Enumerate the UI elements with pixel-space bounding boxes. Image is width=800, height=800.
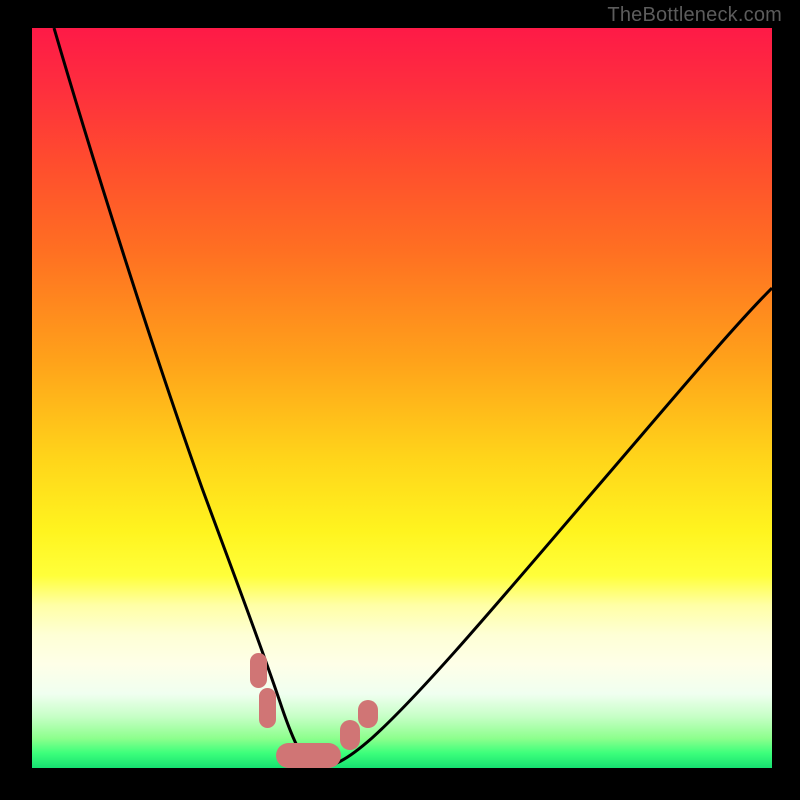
attribution-label: TheBottleneck.com xyxy=(607,4,782,27)
plot-area xyxy=(32,28,772,768)
bottleneck-curve-left xyxy=(54,28,314,768)
blob-left-upper xyxy=(250,653,267,688)
bottleneck-curve-right xyxy=(314,288,772,768)
chart-frame: TheBottleneck.com xyxy=(0,0,800,800)
blob-bottom xyxy=(276,743,341,768)
blob-right-upper xyxy=(358,700,378,728)
blob-right-lower xyxy=(340,720,360,750)
bottleneck-curve-svg xyxy=(32,28,772,768)
blob-left-lower xyxy=(259,688,276,728)
